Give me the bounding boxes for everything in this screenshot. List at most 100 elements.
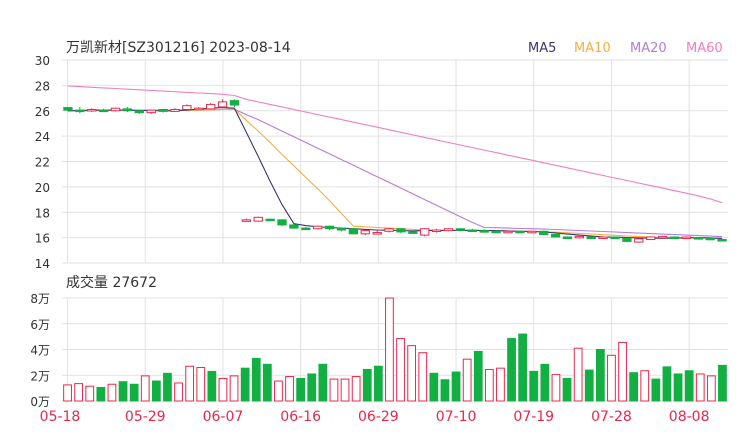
volume-bar bbox=[673, 373, 683, 402]
volume-tick-label: 8万 bbox=[30, 292, 50, 306]
price-tick-label: 14 bbox=[35, 257, 50, 271]
price-y-axis: 30 28 26 24 22 20 18 16 14 bbox=[35, 54, 50, 271]
candle-body bbox=[420, 228, 430, 236]
volume-bar bbox=[96, 386, 106, 402]
volume-bar bbox=[484, 368, 494, 402]
date-label: 05-18 bbox=[40, 409, 81, 425]
candle-body bbox=[610, 236, 620, 239]
volume-bar bbox=[440, 379, 450, 402]
candle-body bbox=[372, 232, 382, 235]
candle-body bbox=[408, 231, 418, 234]
candle-body bbox=[646, 236, 656, 241]
candle-body bbox=[598, 236, 608, 239]
candle-body bbox=[467, 229, 477, 233]
volume-bar bbox=[595, 349, 605, 402]
volume-bar bbox=[473, 350, 483, 402]
candle-body bbox=[431, 229, 442, 233]
candle-body bbox=[562, 236, 573, 239]
volume-bar bbox=[63, 384, 72, 402]
price-tick-label: 16 bbox=[35, 232, 50, 246]
volume-bar bbox=[640, 370, 650, 402]
candle-body bbox=[550, 233, 561, 238]
volume-bar bbox=[540, 363, 550, 402]
candle-body bbox=[491, 230, 501, 234]
candle-body bbox=[146, 109, 156, 114]
volume-bar bbox=[429, 372, 439, 402]
candle-body bbox=[396, 228, 406, 233]
volume-bar bbox=[351, 376, 361, 402]
volume-bar bbox=[229, 375, 239, 402]
candle-body bbox=[87, 108, 97, 112]
volume-bar bbox=[551, 374, 561, 402]
volume-bar bbox=[562, 377, 572, 402]
ma10-line bbox=[67, 108, 723, 239]
candle-body bbox=[301, 227, 311, 231]
candle-body bbox=[229, 100, 240, 106]
candle-body bbox=[217, 101, 228, 108]
volume-bar bbox=[296, 377, 306, 402]
volume-bar bbox=[207, 370, 217, 402]
ma20-line bbox=[67, 108, 723, 238]
candle-body bbox=[253, 216, 263, 222]
volume-bar bbox=[718, 364, 727, 402]
candle-body bbox=[158, 108, 168, 112]
legend-ma20: MA20 bbox=[630, 41, 667, 56]
volume-tick-label: 6万 bbox=[30, 318, 50, 332]
legend-ma10: MA10 bbox=[574, 41, 611, 56]
volume-bar bbox=[218, 377, 228, 402]
candle-body bbox=[503, 230, 513, 234]
candle-body bbox=[348, 228, 359, 235]
volume-bar bbox=[74, 383, 84, 402]
candle-body bbox=[693, 237, 703, 240]
volume-tick-label: 2万 bbox=[30, 369, 50, 383]
date-label: 05-29 bbox=[125, 409, 166, 425]
candle-body bbox=[705, 237, 715, 241]
volume-bar bbox=[385, 297, 394, 402]
candle-body bbox=[657, 235, 668, 239]
volume-bar bbox=[684, 370, 694, 402]
candlesticks bbox=[63, 99, 727, 243]
candle-body bbox=[336, 227, 347, 231]
volume-bar bbox=[196, 367, 206, 402]
candle-body bbox=[515, 230, 525, 234]
volume-bar bbox=[607, 354, 616, 402]
date-label: 07-28 bbox=[591, 409, 632, 425]
candle-body bbox=[634, 238, 644, 243]
date-label: 08-08 bbox=[669, 409, 710, 425]
volume-bar bbox=[507, 338, 516, 402]
volume-title: 成交量 27672 bbox=[66, 274, 157, 291]
candle-body bbox=[455, 228, 466, 231]
candle-body bbox=[586, 236, 596, 239]
candle-body bbox=[681, 236, 692, 239]
volume-bar bbox=[518, 333, 528, 402]
date-label: 07-10 bbox=[436, 409, 477, 425]
legend-ma60: MA60 bbox=[686, 41, 723, 56]
candle-body bbox=[324, 225, 335, 230]
volume-bar bbox=[163, 372, 172, 402]
volume-bar bbox=[185, 365, 195, 402]
date-label: 07-19 bbox=[513, 409, 554, 425]
volume-tick-label: 0万 bbox=[30, 395, 50, 409]
volume-bar bbox=[629, 372, 639, 402]
volume-bar bbox=[107, 383, 117, 402]
volume-bar bbox=[451, 371, 461, 402]
candle-body bbox=[75, 109, 85, 113]
candle-body bbox=[98, 109, 109, 113]
volume-bar bbox=[274, 380, 283, 402]
moving-averages bbox=[67, 85, 723, 239]
volume-bar bbox=[118, 381, 128, 402]
date-label: 06-29 bbox=[358, 409, 399, 425]
date-label: 06-16 bbox=[280, 409, 321, 425]
stock-chart: 万凯新材[SZ301216] 2023-08-14 MA5 MA10 MA20 … bbox=[30, 40, 728, 425]
candle-body bbox=[241, 219, 252, 222]
volume-bar bbox=[318, 363, 328, 402]
candle-body bbox=[443, 228, 454, 232]
volume-bar bbox=[695, 373, 705, 402]
candle-body bbox=[669, 236, 680, 239]
candle-body bbox=[574, 235, 585, 239]
candle-body bbox=[194, 107, 204, 111]
volume-bar bbox=[307, 373, 317, 402]
volume-bar bbox=[573, 347, 583, 402]
candle-body bbox=[134, 110, 144, 114]
volume-bar bbox=[340, 378, 350, 402]
